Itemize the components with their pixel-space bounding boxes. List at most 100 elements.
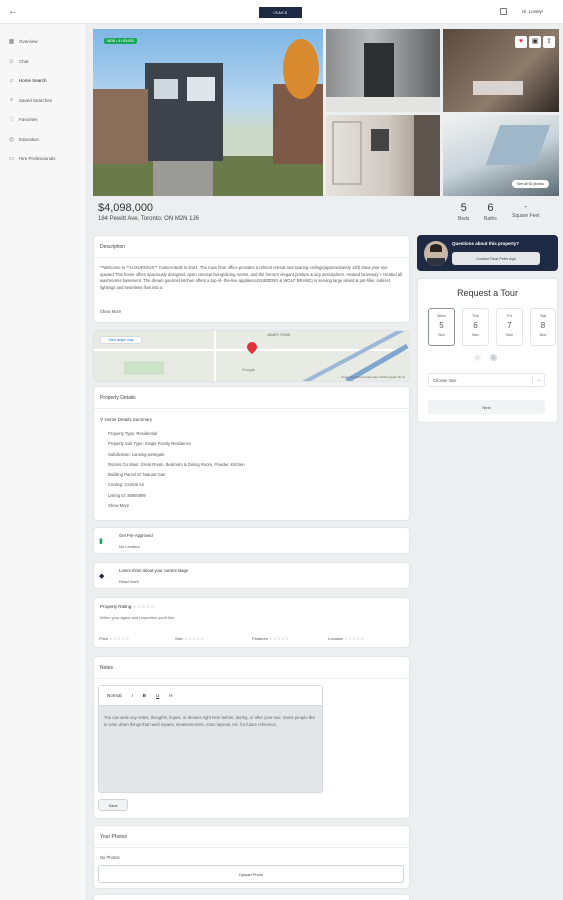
rating-label: Price xyxy=(99,636,109,641)
format-select[interactable]: Normal xyxy=(107,693,122,698)
stage-card[interactable]: ◆ Lorem more about your current stage Re… xyxy=(93,562,410,589)
no-photos-text: No Photos xyxy=(100,855,120,860)
baths-value: 6 xyxy=(487,202,494,214)
message-icon[interactable] xyxy=(500,8,507,15)
education-icon: ◎ xyxy=(8,137,15,143)
bold-button[interactable]: B xyxy=(143,693,146,698)
map[interactable]: View larger map JAMES TOWN Google Keyboa… xyxy=(93,330,410,382)
rating-label: Features xyxy=(252,636,268,641)
next-button[interactable]: Next xyxy=(428,400,545,414)
property-details-card: Property Details ⚲ Home Details Summary … xyxy=(93,386,410,521)
tour-month: Nov xyxy=(438,333,445,337)
view-larger-map-button[interactable]: View larger map xyxy=(100,336,142,344)
heading-button[interactable]: H xyxy=(169,693,172,698)
tour-day[interactable]: Sat 8 Nov xyxy=(530,308,556,346)
tour-day[interactable]: Thu 6 Nov xyxy=(462,308,489,346)
underline-button[interactable]: U xyxy=(156,693,159,698)
tour-date: 8 xyxy=(540,321,546,330)
tour-date: 6 xyxy=(473,321,478,330)
upload-photo-button[interactable]: Upload Photo xyxy=(98,865,404,883)
pre-approval-card[interactable]: ▮ Get Pre-Approved No Lenders xyxy=(93,527,410,554)
agent-contact-card: Questions about this property? Contact R… xyxy=(417,235,558,271)
sqft-stat: - Square Feet xyxy=(512,202,540,219)
photo-3[interactable]: ♥ ▣ ⇪ xyxy=(443,29,559,112)
rating-size[interactable]: Size ☆☆☆☆☆ xyxy=(175,636,204,641)
sidebar-item-label: Favorites xyxy=(19,117,38,122)
tour-date: 7 xyxy=(507,321,512,330)
rating-price[interactable]: Price ☆☆☆☆☆ xyxy=(99,636,130,641)
prev-arrow-icon[interactable]: ‹ xyxy=(474,354,481,361)
save-notes-button[interactable]: Save xyxy=(98,799,128,811)
sidebar-item-saved-searches[interactable]: ⌕ Saved Searches xyxy=(8,96,52,105)
notes-editor[interactable]: Normal I B U H You can write any notes, … xyxy=(98,685,323,793)
summary-title: Home Details Summary xyxy=(104,417,153,422)
next-arrow-icon[interactable]: › xyxy=(490,354,497,361)
detail-item: Building Parcel Id: Natural Gas xyxy=(108,472,166,478)
sidebar-item-favorites[interactable]: ♡ Favorites xyxy=(8,115,38,124)
sqft-value: - xyxy=(524,202,528,211)
see-all-photos-button[interactable]: See all 60 photos xyxy=(511,180,549,188)
google-logo: Google xyxy=(242,367,255,372)
italic-button[interactable]: I xyxy=(132,693,133,698)
home-icon: ⌂ xyxy=(9,77,14,84)
sidebar-item-chat[interactable]: ☺ Chat xyxy=(8,57,28,66)
detail-item: Listing Id: 28850899 xyxy=(108,492,146,498)
detail-item: Subdivision: Lansing-westgate xyxy=(108,451,165,457)
show-more-link[interactable]: Show More xyxy=(108,501,245,511)
time-select-placeholder: Choose time xyxy=(433,378,457,383)
pre-approval-title: Get Pre-Approved xyxy=(119,533,153,538)
photo-gallery: NEW • 4 HOURS ♥ ▣ ⇪ See all 60 photos xyxy=(93,29,559,196)
sidebar-item-label: Home Search xyxy=(19,78,47,83)
details-list: Property Type: Residential Property Sub … xyxy=(108,429,245,511)
detail-item: Cooling: Central Air xyxy=(108,482,145,488)
share-icon[interactable]: ⇪ xyxy=(543,36,555,48)
map-footer: Keyboard shortcuts Map data ©2024 Google… xyxy=(341,375,405,379)
read-more-link[interactable]: Read more xyxy=(119,579,139,584)
favorite-heart-icon[interactable]: ♥ xyxy=(515,36,527,48)
tour-day[interactable]: Wed 5 Nov xyxy=(428,308,455,346)
chevron-down-icon: ⌄ xyxy=(536,377,541,383)
show-more-link[interactable]: Show More xyxy=(100,309,121,316)
gallery-icon[interactable]: ▣ xyxy=(529,36,541,48)
photo-4[interactable] xyxy=(326,115,440,196)
rating-stars[interactable]: ☆☆☆☆☆ xyxy=(344,636,364,641)
sidebar-item-label: Hire Professionals xyxy=(19,156,56,161)
rating-label: Location xyxy=(328,636,344,641)
notes-placeholder[interactable]: You can write any notes, thoughts, hopes… xyxy=(104,714,319,728)
your-photos-title: Your Photos xyxy=(100,834,128,840)
contact-agent-button[interactable]: Contact Real Peter Agn xyxy=(452,252,540,265)
rating-location[interactable]: Location ☆☆☆☆☆ xyxy=(328,636,365,641)
overall-stars[interactable]: ☆☆☆☆☆ xyxy=(133,604,156,609)
description-text: **Welcome to **LUXURIOUS** Custom-Built … xyxy=(100,265,403,290)
map-pin-icon xyxy=(244,339,260,355)
bar-chart-icon: ▮ xyxy=(99,538,103,545)
logo[interactable]: ISAKS xyxy=(259,7,302,18)
sqft-label: Square Feet xyxy=(512,213,540,219)
sidebar-item-home-search[interactable]: ⌂ Home Search xyxy=(8,76,47,85)
user-menu[interactable]: Hi, Lovely! xyxy=(522,9,543,14)
back-arrow-icon[interactable]: ← xyxy=(8,6,18,18)
rating-title-text: Property Rating xyxy=(100,604,132,609)
sidebar-item-label: Education xyxy=(19,137,40,142)
rating-stars[interactable]: ☆☆☆☆☆ xyxy=(184,636,204,641)
detail-item: Property Sub Type: Single Family Residen… xyxy=(108,441,192,447)
sidebar-item-hire-professionals[interactable]: ▭ Hire Professionals xyxy=(8,154,56,163)
next-card xyxy=(93,894,410,900)
photo-2[interactable] xyxy=(326,29,440,112)
new-badge: NEW • 4 HOURS xyxy=(104,38,137,44)
baths-label: Baths xyxy=(484,216,497,222)
tour-month: Nov xyxy=(539,333,547,337)
photo-5[interactable]: See all 60 photos xyxy=(443,115,559,196)
no-lenders-link[interactable]: No Lenders xyxy=(119,544,140,549)
rating-features[interactable]: Features ☆☆☆☆☆ xyxy=(252,636,289,641)
sidebar-item-overview[interactable]: ▦ Overview xyxy=(8,37,38,46)
tour-day[interactable]: Fri 7 Nov xyxy=(496,308,523,346)
map-area-label: JAMES TOWN xyxy=(267,333,291,337)
sidebar-item-education[interactable]: ◎ Education xyxy=(8,135,39,144)
main-photo[interactable]: NEW • 4 HOURS xyxy=(93,29,323,196)
rating-stars[interactable]: ☆☆☆☆☆ xyxy=(109,636,129,641)
time-select[interactable]: Choose time ⌄ xyxy=(428,373,545,387)
home-details-summary: ⚲ Home Details Summary xyxy=(100,417,152,423)
rating-stars[interactable]: ☆☆☆☆☆ xyxy=(269,636,289,641)
tour-dow: Thu xyxy=(472,313,479,318)
